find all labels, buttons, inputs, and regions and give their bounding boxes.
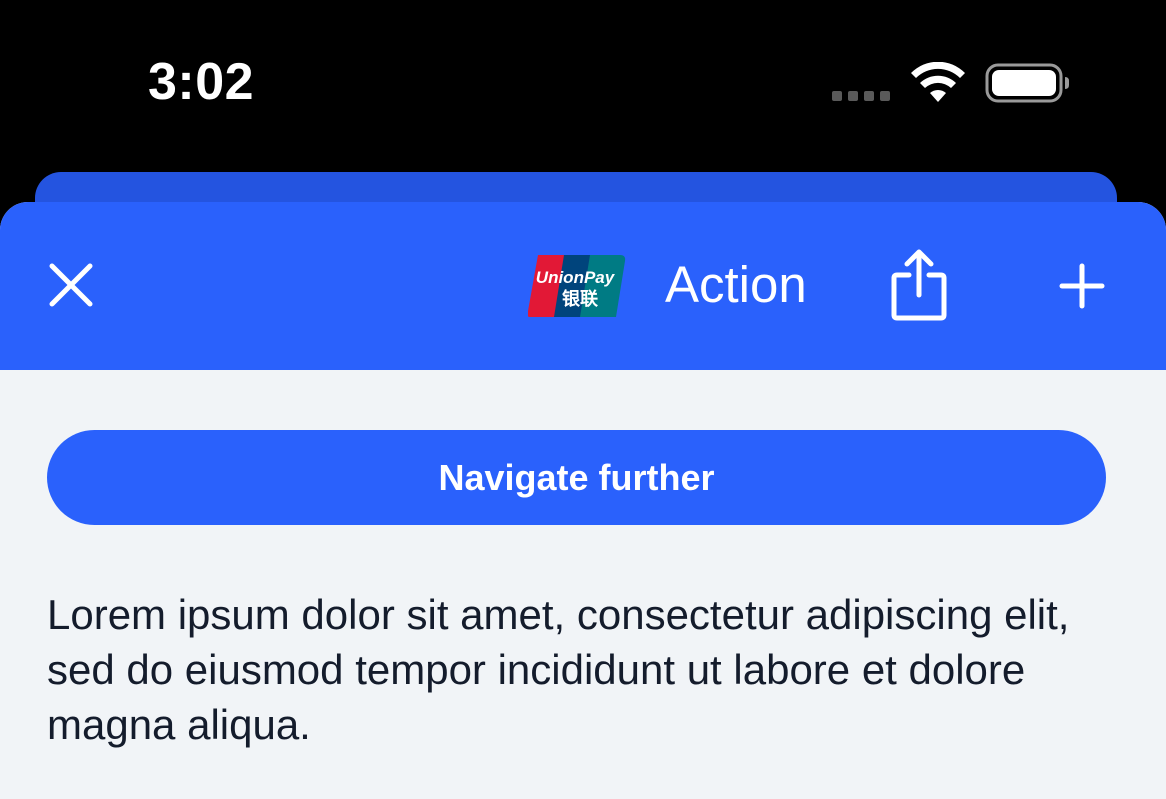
plus-icon bbox=[1059, 263, 1105, 309]
close-icon bbox=[49, 263, 93, 307]
navigate-further-button[interactable]: Navigate further bbox=[47, 430, 1106, 525]
status-time: 3:02 bbox=[148, 53, 255, 111]
svg-text:银联: 银联 bbox=[562, 288, 598, 310]
svg-text:UnionPay: UnionPay bbox=[536, 268, 616, 287]
status-bar: 3:02 bbox=[0, 0, 1166, 170]
nav-title[interactable]: Action bbox=[665, 254, 807, 316]
body-text: Lorem ipsum dolor sit amet, consectetur … bbox=[47, 591, 1070, 748]
content-area: Navigate further Lorem ipsum dolor sit a… bbox=[0, 370, 1166, 799]
wifi-icon bbox=[911, 62, 965, 102]
unionpay-logo: UnionPay 银联 bbox=[528, 255, 626, 317]
app-screen: 3:02 UnionPay 银联 Action Navigate further… bbox=[0, 0, 1166, 799]
share-icon bbox=[891, 249, 947, 321]
close-button[interactable] bbox=[40, 254, 102, 316]
cellular-signal-icon bbox=[832, 91, 890, 101]
modal-sheet: UnionPay 银联 Action Navigate further Lore… bbox=[0, 202, 1166, 799]
share-button[interactable] bbox=[886, 248, 952, 322]
battery-icon bbox=[985, 63, 1069, 103]
add-button[interactable] bbox=[1052, 256, 1112, 316]
navigation-bar: UnionPay 银联 Action bbox=[0, 202, 1166, 370]
